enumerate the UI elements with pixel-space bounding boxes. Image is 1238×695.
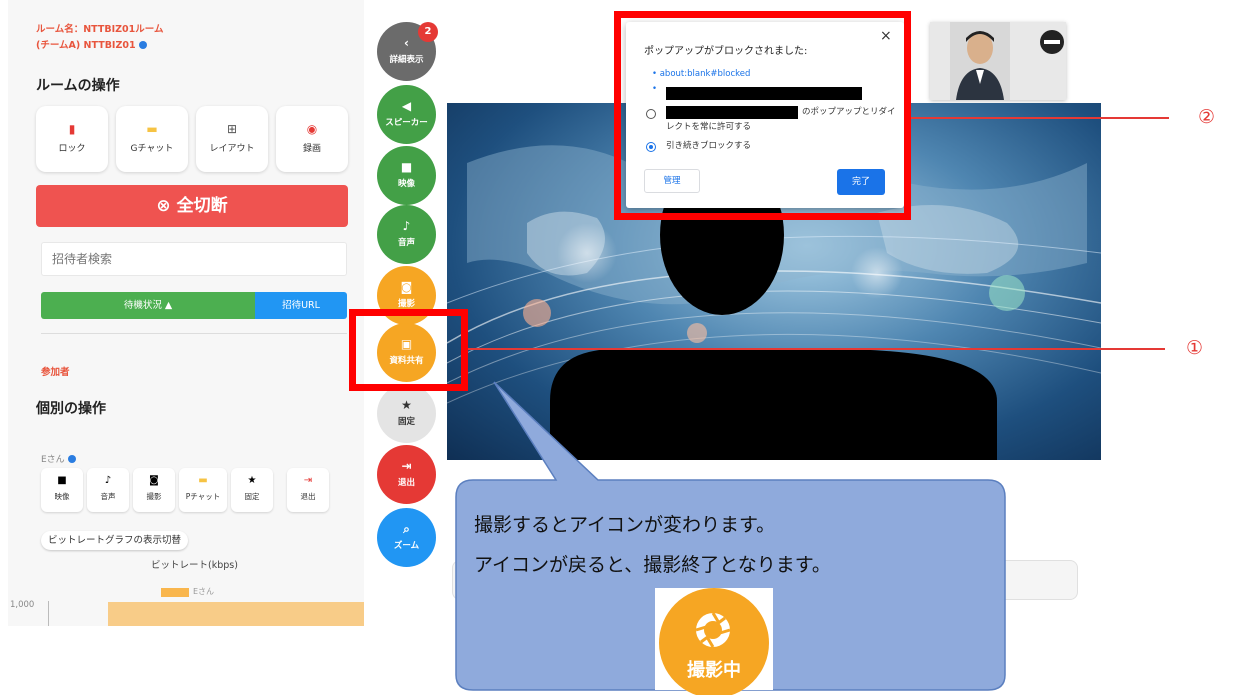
callout-line1: 撮影するとアイコンが変わります。 — [474, 514, 776, 536]
capturing-caption: 撮影中 — [687, 660, 741, 681]
callout-line2: アイコンが戻ると、撮影終了となります。 — [474, 554, 831, 576]
speech-callout — [455, 381, 1006, 691]
camera-shutter-icon — [695, 612, 731, 648]
capturing-icon-example: 撮影中 — [655, 588, 773, 695]
